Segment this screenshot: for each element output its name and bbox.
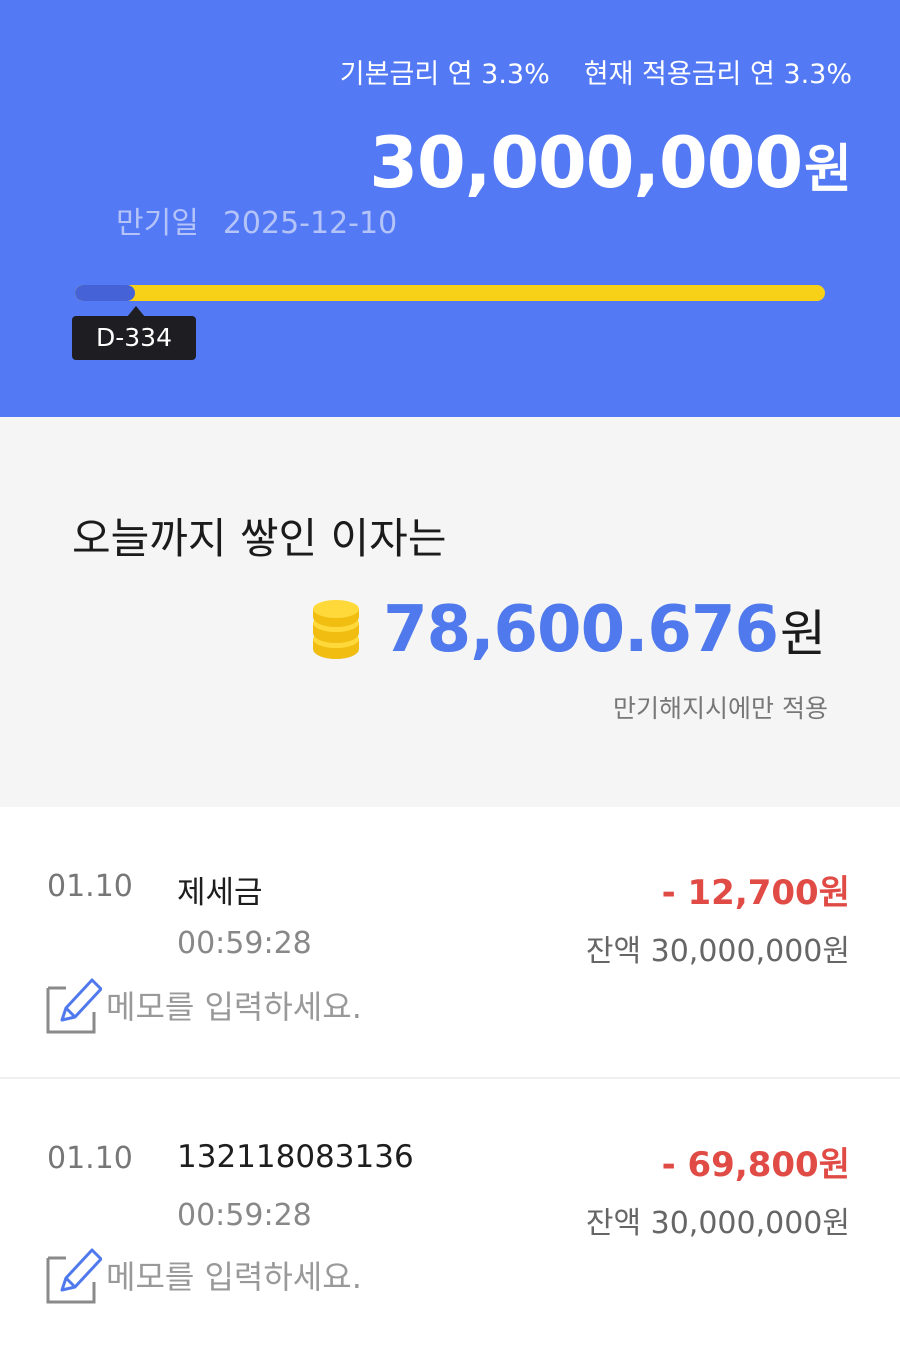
interest-note: 만기해지시에만 적용 [613,694,828,723]
edit-memo-icon [46,978,102,1034]
principal-value: 30,000,000 [369,122,803,204]
memo-input[interactable]: 메모를 입력하세요. [46,976,362,1034]
edit-memo-icon [46,1248,102,1304]
transaction-amount: - 12,700원 [661,873,850,913]
transaction-date: 01.10 [47,1141,133,1176]
deposit-summary-header: 기본금리 연 3.3% 현재 적용금리 연 3.3% 30,000,000원 만기… [0,0,900,417]
maturity-progress-bar [75,285,825,301]
interest-value: 78,600.676 [383,593,779,667]
transaction-date: 01.10 [47,869,133,904]
transaction-balance: 잔액 30,000,000원 [585,1206,850,1241]
memo-placeholder: 메모를 입력하세요. [106,1258,362,1296]
interest-unit: 원 [780,605,826,663]
memo-input[interactable]: 메모를 입력하세요. [46,1246,362,1304]
applied-rate: 현재 적용금리 연 3.3% [583,59,852,90]
interest-rates: 기본금리 연 3.3% 현재 적용금리 연 3.3% [340,52,852,91]
transaction-amount: - 69,800원 [661,1145,850,1185]
transaction-balance: 잔액 30,000,000원 [585,934,850,969]
maturity-date: 2025-12-10 [222,206,398,241]
dday-badge: D-334 [72,316,196,360]
accrued-interest-panel: 오늘까지 쌓인 이자는 78,600.676 원 만기해지시에만 적용 [0,417,900,807]
maturity-label: 만기일 [116,206,199,241]
interest-amount: 78,600.676 원 [311,593,826,667]
transaction-divider [0,1077,900,1079]
coin-stack-icon [313,600,360,659]
maturity-info: 만기일 2025-12-10 [116,198,397,242]
principal-amount: 30,000,000원 [369,122,852,204]
transaction-name: 132118083136 [177,1139,414,1175]
transaction-name: 제세금 [177,875,263,911]
maturity-progress-fill [75,285,135,301]
base-rate: 기본금리 연 3.3% [339,59,550,90]
transaction-time: 00:59:28 [177,1198,312,1233]
transaction-time: 00:59:28 [177,926,312,961]
principal-unit: 원 [804,140,852,200]
interest-title: 오늘까지 쌓인 이자는 [72,514,447,563]
memo-placeholder: 메모를 입력하세요. [106,988,362,1026]
